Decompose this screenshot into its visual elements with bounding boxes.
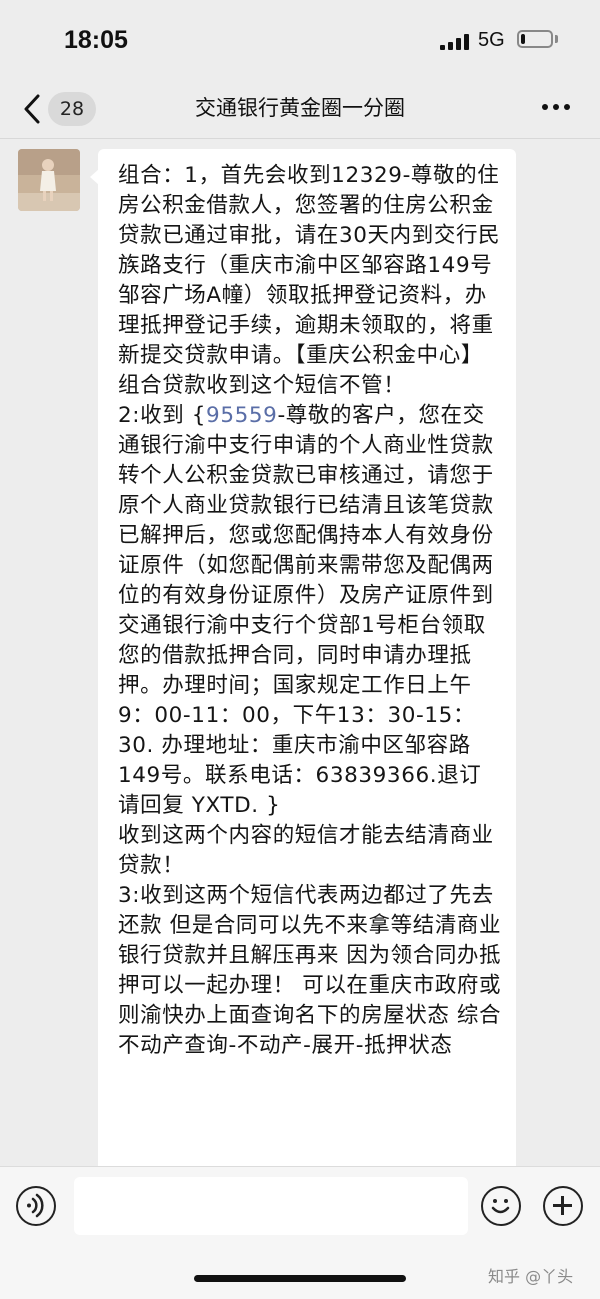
back-button[interactable]: 28 bbox=[22, 90, 102, 128]
part2-prefix: 2:收到 { bbox=[118, 403, 207, 428]
status-time: 18:05 bbox=[64, 26, 128, 54]
message-bubble[interactable]: 组合：1，首先会收到12329-尊敬的住房公积金借款人，您签署的住房公积金贷款已… bbox=[90, 149, 516, 1166]
cellular-signal-icon bbox=[440, 34, 470, 50]
home-indicator[interactable] bbox=[194, 1275, 406, 1282]
status-bar: 18:05 5G bbox=[0, 0, 600, 80]
phone-link-95559[interactable]: 95559 bbox=[206, 403, 277, 428]
emoji-button[interactable] bbox=[481, 1186, 521, 1226]
avatar-image bbox=[18, 149, 80, 211]
network-type: 5G bbox=[478, 29, 505, 51]
avatar[interactable] bbox=[18, 149, 80, 211]
more-button[interactable] bbox=[536, 96, 576, 120]
unread-count-badge: 28 bbox=[48, 92, 96, 126]
battery-tip bbox=[555, 35, 558, 43]
voice-button[interactable] bbox=[16, 1186, 56, 1226]
more-dots-icon bbox=[542, 104, 548, 110]
message-text: 组合：1，首先会收到12329-尊敬的住房公积金借款人，您签署的住房公积金贷款已… bbox=[98, 149, 516, 1166]
battery-icon bbox=[517, 30, 553, 48]
part2-rest: -尊敬的客户，您在交通银行渝中支行申请的个人商业性贷款转个人公积金贷款已审核通过… bbox=[118, 403, 494, 818]
chat-header: 交通银行黄金圈一分圈 28 bbox=[0, 80, 600, 139]
chevron-left-icon bbox=[24, 94, 40, 124]
chat-area: 组合：1，首先会收到12329-尊敬的住房公积金借款人，您签署的住房公积金贷款已… bbox=[0, 139, 600, 1166]
message-part-1: 组合：1，首先会收到12329-尊敬的住房公积金借款人，您签署的住房公积金贷款已… bbox=[118, 163, 501, 398]
message-part-2: 2:收到 {95559-尊敬的客户，您在交通银行渝中支行申请的个人商业性贷款转个… bbox=[118, 401, 502, 821]
watermark: 知乎 @丫头 bbox=[488, 1267, 574, 1286]
message-input[interactable] bbox=[74, 1177, 468, 1235]
message-part-2-note: 收到这两个内容的短信才能去结清商业贷款！ bbox=[118, 823, 494, 878]
message-part-3: 3:收到这两个短信代表两边都过了先去还款 但是合同可以先不来拿等结清商业银行贷款… bbox=[118, 883, 502, 1058]
bubble-tail bbox=[90, 169, 99, 185]
voice-icon bbox=[27, 1193, 44, 1218]
plus-button[interactable] bbox=[543, 1186, 583, 1226]
emoji-icon bbox=[491, 1199, 510, 1214]
